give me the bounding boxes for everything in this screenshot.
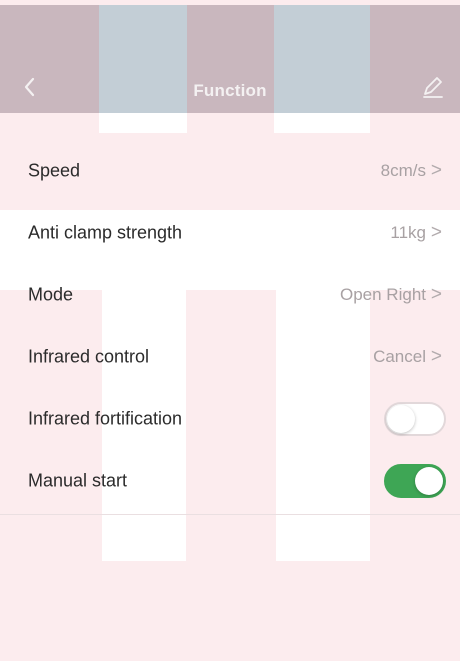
infrared-control-label: Infrared control [28, 346, 150, 367]
infrared-fortification-row: Infrared fortification [0, 388, 460, 450]
infrared-fortification-label: Infrared fortification [28, 408, 183, 429]
anti-clamp-strength-row[interactable]: Anti clamp strength 11kg > [0, 202, 460, 264]
header-shadow-band [274, 113, 370, 133]
chevron-right-icon[interactable]: > [431, 284, 442, 306]
speed-row[interactable]: Speed 8cm/s > [0, 140, 460, 202]
manual-start-row: Manual start [0, 450, 460, 512]
speed-value[interactable]: 8cm/s [381, 161, 426, 181]
chevron-right-icon[interactable]: > [431, 160, 442, 182]
mode-value[interactable]: Open Right [340, 285, 426, 305]
infrared-control-value[interactable]: Cancel [373, 347, 426, 367]
anti-clamp-strength-value[interactable]: 11kg [390, 223, 426, 243]
mode-row[interactable]: Mode Open Right > [0, 264, 460, 326]
header-shadow-band [99, 113, 187, 133]
toggle-knob [387, 405, 415, 433]
chevron-right-icon[interactable]: > [431, 222, 442, 244]
manual-start-toggle[interactable] [384, 464, 446, 498]
manual-start-label: Manual start [28, 470, 128, 491]
infrared-fortification-toggle[interactable] [384, 402, 446, 436]
anti-clamp-strength-label: Anti clamp strength [28, 222, 183, 243]
mode-label: Mode [28, 284, 74, 305]
chevron-right-icon[interactable]: > [431, 346, 442, 368]
infrared-control-row[interactable]: Infrared control Cancel > [0, 326, 460, 388]
navigation-bar: Function [0, 5, 460, 113]
speed-label: Speed [28, 160, 81, 181]
page-title: Function [193, 81, 267, 100]
divider [0, 514, 460, 515]
settings-list: Speed 8cm/s > Anti clamp strength 11kg >… [0, 140, 460, 512]
toggle-knob [415, 467, 443, 495]
pencil-icon[interactable] [418, 73, 446, 101]
